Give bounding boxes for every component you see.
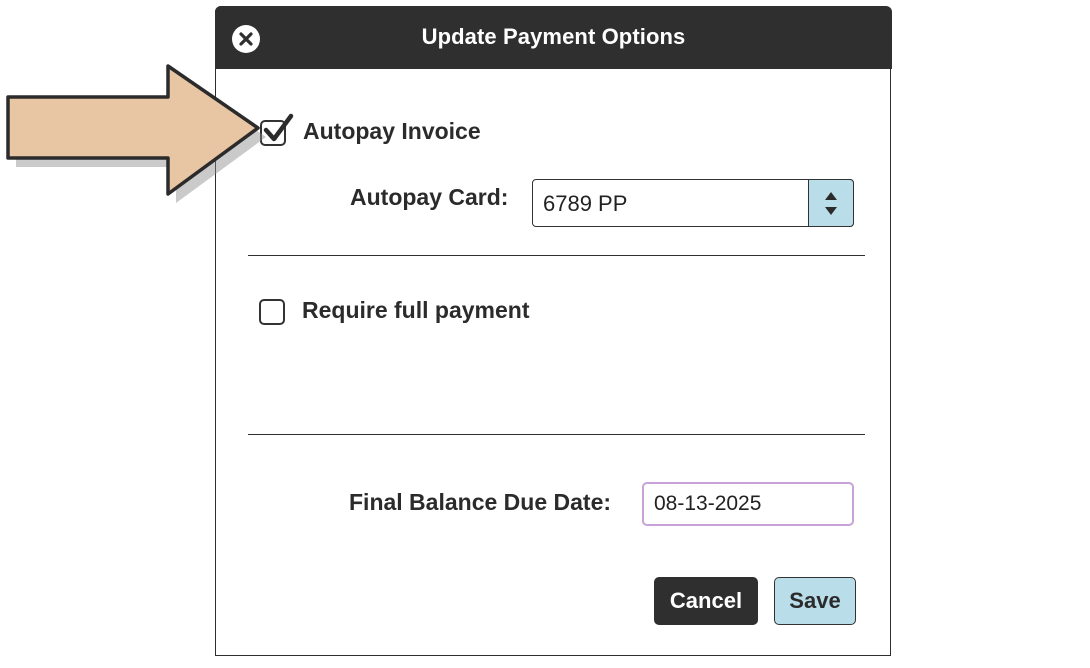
autopay-invoice-label: Autopay Invoice [303,118,481,144]
autopay-card-select[interactable]: 6789 PP [532,179,854,227]
save-button[interactable]: Save [774,577,856,625]
due-date-label: Final Balance Due Date: [349,489,612,515]
section-divider [248,255,865,256]
require-full-payment-checkbox[interactable] [259,299,285,325]
update-payment-dialog: Update Payment Options Autopay Invoice A… [215,6,892,656]
section-divider [248,434,865,435]
dialog-titlebar: Update Payment Options [215,6,892,69]
due-date-input[interactable] [642,482,854,526]
pointer-arrow-icon [6,64,266,203]
cancel-button[interactable]: Cancel [654,577,758,625]
screen: Update Payment Options Autopay Invoice A… [0,0,1090,668]
dialog-title: Update Payment Options [421,24,686,49]
up-down-arrows-icon [825,192,837,215]
autopay-card-label: Autopay Card: [350,184,509,210]
select-spinner[interactable] [808,179,854,227]
autopay-card-value: 6789 PP [543,191,628,216]
require-full-payment-label: Require full payment [302,297,530,323]
